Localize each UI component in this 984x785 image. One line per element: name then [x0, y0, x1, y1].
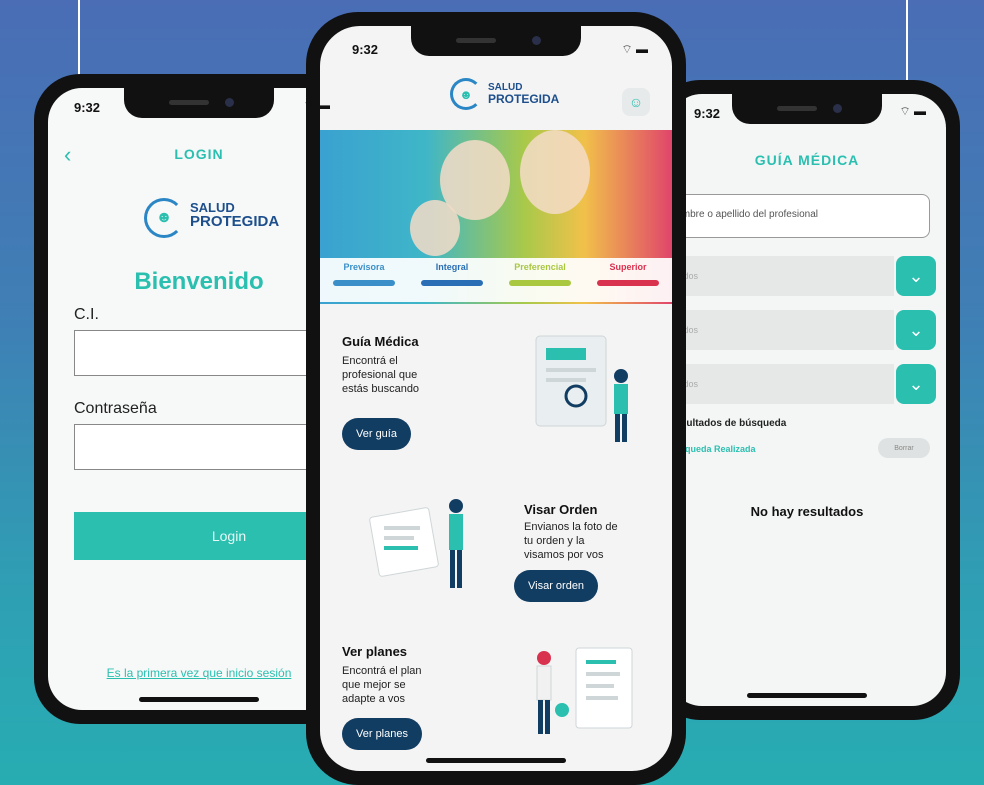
plans-illustration [536, 647, 633, 734]
guia-screen: 9:32 ⌔ ▬ GUÍA MÉDICA Nombre o apellido d… [648, 94, 946, 706]
ver-planes-button[interactable]: Ver planes [342, 718, 422, 750]
wifi-battery-icon: ⌔ ▬ [303, 98, 330, 112]
first-time-link[interactable]: Es la primera vez que inicio sesión [48, 666, 350, 680]
status-time: 9:32 [352, 42, 379, 57]
phone-notch [732, 94, 882, 124]
orden-title: Visar Orden [524, 502, 598, 517]
family-icon: ☻ [144, 198, 184, 238]
home-indicator [747, 693, 867, 698]
no-results-text: No hay resultados [750, 504, 864, 519]
planes-title: Ver planes [342, 644, 408, 659]
phone-guia-medica: 9:32 ⌔ ▬ GUÍA MÉDICA Nombre o apellido d… [648, 80, 960, 720]
user-profile-icon[interactable]: ☺ [622, 88, 650, 116]
status-time: 9:32 [74, 100, 101, 115]
plan-superior[interactable]: Superior [584, 258, 672, 302]
home-indicator [426, 758, 566, 763]
phone-home: 9:32 ⌔ ▬ ☻ SALUD PROTEGIDA ☺ Previsora I… [306, 12, 686, 785]
ver-guia-button[interactable]: Ver guía [342, 418, 411, 450]
orden-description: Envianos la foto de tu orden y la visamo… [524, 521, 618, 561]
login-screen: 9:32 ⌔ ▬ ‹ LOGIN ☻ SALUD PROTEGIDA Bienv… [48, 88, 350, 710]
phone-notch [411, 26, 581, 56]
logo-line2: PROTEGIDA [488, 92, 560, 106]
ci-label: C.I. [74, 306, 99, 323]
password-label: Contraseña [74, 400, 157, 417]
wifi-battery-icon: ⌔ ▬ [899, 104, 926, 118]
wifi-battery-icon: ⌔ ▬ [621, 42, 648, 56]
salud-protegida-logo: ☻ SALUD PROTEGIDA [144, 198, 279, 238]
plans-strip: Previsora Integral Preferencial Superior [320, 258, 672, 302]
status-time: 9:32 [694, 106, 721, 121]
planes-description: Encontrá el plan que mejor se adapte a v… [342, 665, 422, 705]
plan-integral[interactable]: Integral [408, 258, 496, 302]
chevron-down-icon[interactable]: ⌄ [896, 310, 936, 350]
chevron-down-icon[interactable]: ⌄ [896, 256, 936, 296]
home-screen: 9:32 ⌔ ▬ ☻ SALUD PROTEGIDA ☺ Previsora I… [320, 26, 672, 771]
plan-preferencial[interactable]: Preferencial [496, 258, 584, 302]
welcome-heading: Bienvenido [134, 268, 264, 295]
phone-notch [124, 88, 274, 118]
guide-line-left [78, 0, 80, 80]
clear-button[interactable]: Borrar [878, 438, 930, 458]
logo-line1: SALUD [190, 199, 235, 215]
plan-previsora[interactable]: Previsora [320, 258, 408, 302]
visar-orden-button[interactable]: Visar orden [514, 570, 599, 602]
dropdown-filter-1[interactable]: Todos [668, 256, 894, 296]
professional-search-input[interactable]: Nombre o apellido del profesional [648, 194, 930, 238]
guia-description: Encontrá el profesional que estás buscan… [342, 355, 420, 395]
doctor-search-illustration [535, 335, 628, 442]
order-illustration [369, 499, 463, 588]
dropdown-filter-3[interactable]: Todos [668, 364, 894, 404]
guide-line-right [906, 0, 908, 80]
family-icon: ☻ [450, 78, 482, 110]
chevron-down-icon[interactable]: ⌄ [896, 364, 936, 404]
page-title: LOGIN [174, 146, 224, 162]
page-title: GUÍA MÉDICA [754, 152, 860, 168]
dropdown-filter-2[interactable]: Todos [668, 310, 894, 350]
guia-title: Guía Médica [342, 334, 419, 349]
home-indicator [139, 697, 259, 702]
salud-protegida-logo: ☻ SALUD PROTEGIDA [450, 78, 559, 110]
logo-line2: PROTEGIDA [190, 212, 280, 230]
